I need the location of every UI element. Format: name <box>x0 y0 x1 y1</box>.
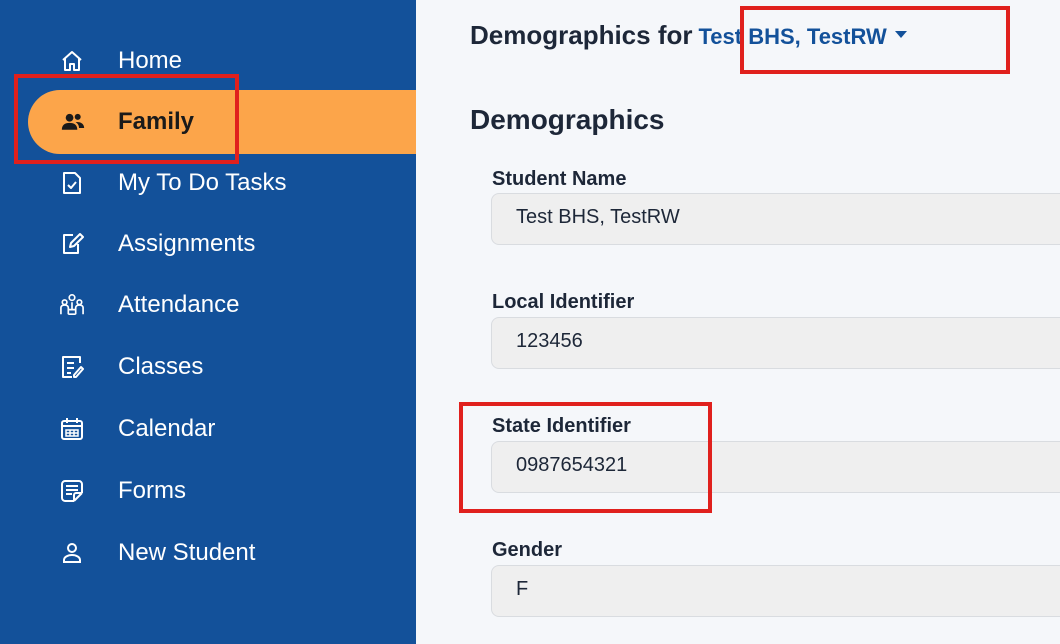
sidebar: Home Family My To Do Tasks Assignments A… <box>0 0 416 644</box>
main-content: Demographics for Test BHS, TestRW Demogr… <box>416 0 1060 644</box>
student-selector-label: Test BHS, TestRW <box>698 24 887 49</box>
local-identifier-field: 123456 <box>491 317 1060 369</box>
chevron-down-icon <box>894 30 907 38</box>
sidebar-item-forms[interactable]: Forms <box>0 465 416 517</box>
sidebar-item-attendance[interactable]: Attendance <box>0 279 416 331</box>
page-heading: Demographics for Test BHS, TestRW <box>470 20 907 51</box>
sidebar-item-label: Home <box>118 47 183 74</box>
sidebar-item-calendar[interactable]: Calendar <box>0 403 416 455</box>
student-selector-dropdown[interactable]: Test BHS, TestRW <box>699 24 907 50</box>
sidebar-item-label: My To Do Tasks <box>118 169 287 196</box>
sidebar-item-new-student[interactable]: New Student <box>0 527 416 579</box>
sidebar-item-family[interactable]: Family <box>28 90 416 154</box>
classes-icon <box>60 355 84 379</box>
family-icon <box>61 110 85 134</box>
new-student-icon <box>60 541 84 565</box>
student-name-label: Student Name <box>492 168 627 190</box>
sidebar-item-label: Classes <box>118 353 204 380</box>
forms-icon <box>60 479 84 503</box>
gender-label: Gender <box>492 539 563 561</box>
student-name-field: Test BHS, TestRW <box>491 193 1060 245</box>
sidebar-item-label: Assignments <box>118 230 256 257</box>
section-title: Demographics <box>470 104 665 135</box>
state-identifier-label: State Identifier <box>492 415 631 437</box>
sidebar-item-home[interactable]: Home <box>0 35 416 87</box>
sidebar-item-label: Attendance <box>118 291 240 318</box>
calendar-icon <box>60 417 84 441</box>
home-icon <box>60 49 84 73</box>
attendance-icon <box>60 293 84 317</box>
sidebar-item-my-to-do-tasks[interactable]: My To Do Tasks <box>0 157 416 209</box>
state-identifier-field: 0987654321 <box>491 441 1060 493</box>
gender-field: F <box>491 565 1060 617</box>
sidebar-item-classes[interactable]: Classes <box>0 341 416 393</box>
sidebar-item-label: New Student <box>118 539 256 566</box>
sidebar-item-label: Calendar <box>118 415 216 442</box>
sidebar-item-label: Forms <box>118 477 186 504</box>
sidebar-item-label: Family <box>118 108 195 135</box>
gender-value: F <box>516 578 529 600</box>
todo-icon <box>60 171 84 195</box>
local-identifier-value: 123456 <box>516 330 583 352</box>
sidebar-item-assignments[interactable]: Assignments <box>0 218 416 270</box>
assignments-icon <box>60 232 84 256</box>
state-identifier-value: 0987654321 <box>516 454 628 476</box>
page-title: Demographics for <box>470 20 693 50</box>
student-name-value: Test BHS, TestRW <box>516 206 680 228</box>
local-identifier-label: Local Identifier <box>492 291 635 313</box>
